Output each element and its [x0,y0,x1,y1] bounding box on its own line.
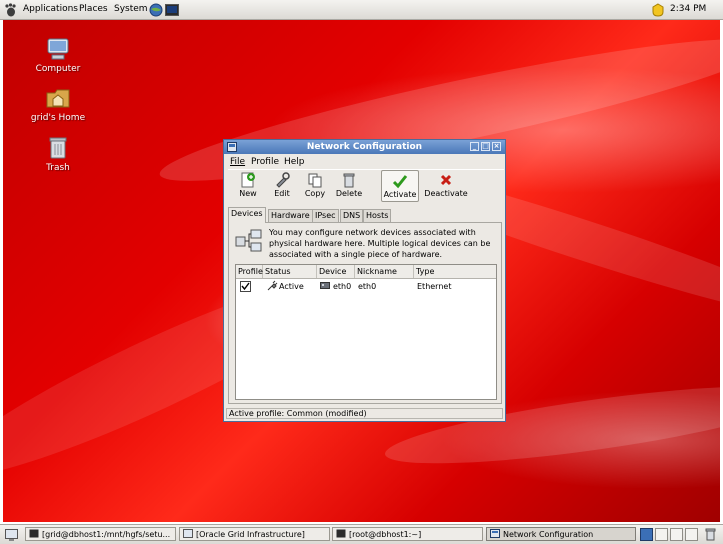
system-menu[interactable]: System [114,4,148,14]
top-panel: Applications Places System 2:34 PM [0,0,723,20]
taskbar-label: [root@dbhost1:~] [349,530,422,539]
minimize-button[interactable]: _ [470,142,479,151]
taskbar-button-grid-terminal[interactable]: [grid@dbhost1:/mnt/hgfs/setu... [25,527,176,541]
delete-button[interactable]: Delete [332,172,366,198]
terminal-icon [336,529,346,538]
delete-label: Delete [335,189,363,198]
profile-checkbox[interactable] [240,281,251,292]
device-text: eth0 [333,282,352,291]
tab-dns[interactable]: DNS [340,209,364,222]
info-text: You may configure network devices associ… [269,228,491,259]
tab-hardware[interactable]: Hardware [268,209,313,222]
workspace-2[interactable] [655,528,668,541]
applications-menu[interactable]: Applications [23,4,78,14]
tab-hosts[interactable]: Hosts [363,209,392,222]
activate-label: Activate [383,190,417,199]
close-button[interactable]: × [492,142,501,151]
nickname-text: eth0 [358,282,377,291]
new-icon [240,172,256,188]
devices-table[interactable]: Profile Status Device Nickname Type Acti… [235,264,497,400]
delete-icon [341,172,357,188]
activate-button[interactable]: Activate [381,170,419,202]
toolbar: New Edit Copy Delete Activate Deactivate [228,169,504,204]
plug-icon [266,280,278,292]
status-text: Active [279,282,304,291]
deactivate-button[interactable]: Deactivate [423,172,469,198]
network-window-icon [490,529,500,538]
desktop-icon-home[interactable]: grid's Home [23,85,93,123]
update-notifier-icon[interactable] [651,3,665,17]
taskbar-button-network-configuration[interactable]: Network Configuration [486,527,636,541]
maximize-button[interactable]: □ [481,142,490,151]
x-icon [438,172,454,188]
workspace-3[interactable] [670,528,683,541]
checkmark-icon [392,173,408,189]
edit-button[interactable]: Edit [265,172,299,198]
window-menubar: File Profile Help [224,155,505,168]
taskbar-button-root-terminal[interactable]: [root@dbhost1:~] [332,527,483,541]
file-menu[interactable]: File [230,157,245,167]
terminal-icon [29,529,39,538]
taskbar-label: [Oracle Grid Infrastructure] [196,530,305,539]
edit-label: Edit [274,189,290,198]
profile-menu[interactable]: Profile [251,157,279,167]
window-title: Network Configuration [306,142,423,152]
edit-icon [274,172,290,188]
computer-icon [45,36,71,62]
type-text: Ethernet [417,282,452,291]
column-header-type[interactable]: Type [414,265,496,278]
tab-ipsec[interactable]: IPsec [312,209,339,222]
terminal-icon[interactable] [165,3,179,17]
copy-icon [307,172,323,188]
ethernet-card-icon [320,281,330,290]
copy-button[interactable]: Copy [298,172,332,198]
desktop-icon-label: grid's Home [30,113,86,123]
column-header-nickname[interactable]: Nickname [355,265,414,278]
taskbar-button-oracle-grid[interactable]: [Oracle Grid Infrastructure] [179,527,330,541]
desktop-icon-label: Computer [35,64,81,74]
network-configuration-window: Network Configuration _ □ × File Profile… [223,139,506,422]
column-header-status[interactable]: Status [263,265,317,278]
copy-label: Copy [304,189,326,198]
column-header-device[interactable]: Device [317,265,355,278]
tab-bar: Devices Hardware IPsec DNS Hosts [228,207,504,223]
window-titlebar[interactable]: Network Configuration _ □ × [224,140,505,154]
clock[interactable]: 2:34 PM [670,4,706,14]
trash-icon [45,135,71,161]
new-label: New [239,189,257,198]
table-header: Profile Status Device Nickname Type [236,265,496,279]
workspace-1[interactable] [640,528,653,541]
deactivate-label: Deactivate [424,189,468,198]
new-button[interactable]: New [231,172,265,198]
help-menu[interactable]: Help [284,157,305,167]
column-header-profile[interactable]: Profile [236,265,263,278]
devices-tab-panel: You may configure network devices associ… [228,222,502,404]
web-browser-icon[interactable] [149,3,163,17]
tab-devices[interactable]: Devices [228,207,266,223]
places-menu[interactable]: Places [79,4,108,14]
workspace-4[interactable] [685,528,698,541]
bottom-panel: [grid@dbhost1:/mnt/hgfs/setu... [Oracle … [0,524,723,544]
network-devices-icon [235,229,263,253]
desktop-icon-label: Trash [46,163,70,173]
taskbar-label: Network Configuration [503,530,594,539]
desktop-icon-computer[interactable]: Computer [23,36,93,74]
application-window-icon [183,529,193,538]
desktop-icon-trash[interactable]: Trash [23,135,93,173]
gnome-foot-icon[interactable] [4,3,18,17]
home-folder-icon [45,85,71,111]
trash-applet-icon[interactable] [704,528,717,541]
taskbar-label: [grid@dbhost1:/mnt/hgfs/setu... [42,530,171,539]
show-desktop-icon[interactable] [5,528,18,541]
status-bar: Active profile: Common (modified) [226,408,503,419]
